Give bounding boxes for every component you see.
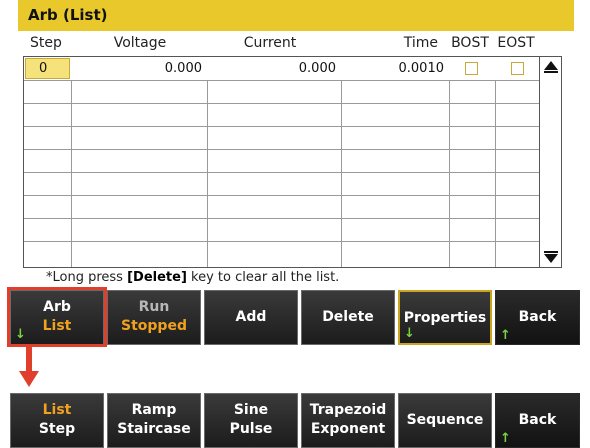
col-header-eost: EOST: [497, 35, 535, 51]
delete-hint-prefix: *Long press: [46, 270, 128, 285]
softkey-label-line1: Ramp: [131, 402, 177, 418]
callout-arrow-down-icon: [19, 371, 39, 387]
col-header-time: Time: [403, 35, 438, 51]
softkey-label-line2: Stopped: [121, 318, 187, 334]
scroll-down-bar: [544, 251, 558, 253]
softkey-back[interactable]: Back ↑: [495, 290, 580, 345]
softkey-label-line2: Pulse: [229, 421, 273, 437]
softkey-label-line2: Step: [38, 421, 76, 437]
time-value[interactable]: 0.0010: [342, 61, 445, 76]
softkey-label-line1: List: [42, 402, 72, 418]
scroll-down-icon[interactable]: [544, 254, 558, 263]
title-bar: Arb (List): [18, 0, 574, 31]
scroll-up-bar: [544, 71, 558, 73]
softkey-label-line2: Exponent: [310, 421, 386, 437]
softkey-label: Back: [518, 309, 557, 325]
softkey-list-step[interactable]: List Step: [10, 393, 104, 448]
softkey-label: Sequence: [406, 412, 484, 428]
selected-step-cell[interactable]: [25, 58, 70, 79]
softkey-sequence[interactable]: Sequence: [398, 393, 492, 448]
softkey-label-line2: Staircase: [117, 421, 191, 437]
softkey-label: Delete: [322, 309, 374, 325]
callout-highlight-box: [7, 287, 107, 347]
down-arrow-icon: ↓: [404, 326, 415, 341]
table-row[interactable]: [24, 172, 539, 196]
softkey-delete[interactable]: Delete: [301, 290, 395, 345]
table-row[interactable]: [24, 126, 539, 150]
softkey-label: Add: [235, 309, 267, 325]
table-row[interactable]: [24, 241, 539, 265]
softkey-run-stopped[interactable]: Run Stopped: [107, 290, 201, 345]
softkey-label-line1: Trapezoid: [309, 402, 387, 418]
table-row[interactable]: [24, 80, 539, 104]
softkey-trapezoid-exponent[interactable]: Trapezoid Exponent: [301, 393, 395, 448]
delete-hint-suffix: key to clear all the list.: [186, 270, 340, 285]
up-arrow-icon: ↑: [500, 328, 511, 343]
step-value: 0: [39, 61, 48, 76]
current-value[interactable]: 0.000: [208, 61, 336, 76]
up-arrow-icon: ↑: [500, 431, 511, 446]
softkey-label-line1: Run: [138, 299, 170, 315]
table-row[interactable]: [24, 149, 539, 173]
delete-hint: *Long press [Delete] key to clear all th…: [46, 270, 339, 285]
softkey-ramp-staircase[interactable]: Ramp Staircase: [107, 393, 201, 448]
col-header-current: Current: [243, 35, 297, 51]
col-header-voltage: Voltage: [113, 35, 167, 51]
scrollbar[interactable]: [539, 57, 561, 267]
softkey-properties[interactable]: Properties ↓: [398, 290, 492, 345]
softkey-back[interactable]: Back ↑: [495, 393, 580, 448]
arb-list-screen: Arb (List) Step Voltage Current Time BOS…: [18, 0, 574, 287]
bost-checkbox[interactable]: [465, 62, 478, 75]
eost-checkbox[interactable]: [511, 62, 524, 75]
list-table: 0 0.000 0.000 0.0010: [23, 56, 562, 268]
screen-title: Arb (List): [28, 6, 108, 24]
col-header-bost: BOST: [451, 35, 489, 51]
voltage-value[interactable]: 0.000: [72, 61, 202, 76]
delete-hint-key: [Delete]: [127, 270, 187, 285]
callout-arrow-shaft: [26, 347, 32, 372]
table-row[interactable]: [24, 103, 539, 127]
softkey-label-line1: Sine: [233, 402, 269, 418]
softkey-add[interactable]: Add: [204, 290, 298, 345]
table-row[interactable]: [24, 218, 539, 242]
softkey-row-bottom: List Step Ramp Staircase Sine Pulse Trap…: [10, 393, 580, 448]
softkey-label: Back: [518, 412, 557, 428]
table-row[interactable]: [24, 195, 539, 219]
scroll-up-icon[interactable]: [544, 61, 558, 70]
col-header-step: Step: [30, 35, 62, 51]
softkey-sine-pulse[interactable]: Sine Pulse: [204, 393, 298, 448]
table-row[interactable]: 0 0.000 0.000 0.0010: [24, 57, 539, 81]
